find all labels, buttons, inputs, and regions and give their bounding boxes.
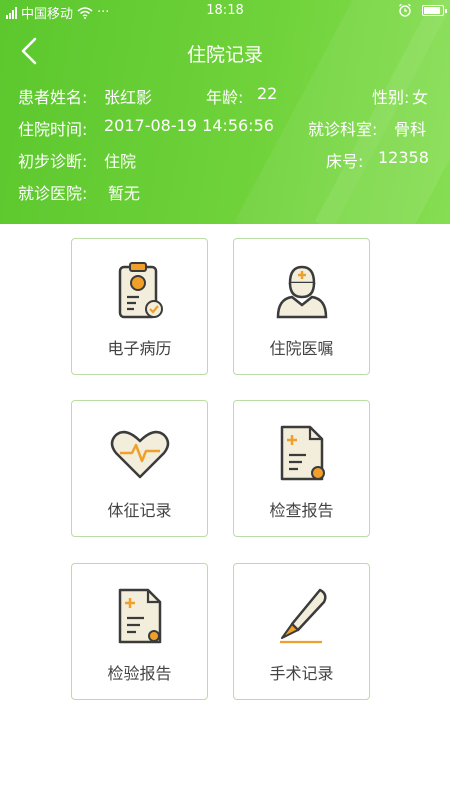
patient-gender: 女 — [412, 88, 429, 107]
battery-icon — [422, 4, 447, 16]
bed-number: 12358 — [378, 148, 429, 167]
info-row: 患者姓名: 张红影 年龄: 22 性别: 女 — [0, 84, 450, 116]
info-row: 初步诊断: 住院 床号: 12358 — [0, 148, 450, 180]
page-title: 住院记录 — [186, 44, 263, 66]
heart-pulse-icon — [110, 430, 170, 479]
patient-age: 22 — [257, 84, 278, 103]
patient-info: 患者姓名: 张红影 年龄: 22 性别: 女 住院时间: 2017-08-19 … — [0, 84, 450, 212]
info-row: 住院时间: 2017-08-19 14:56:56 就诊科室: 骨科 — [0, 116, 450, 148]
menu-label: 体征记录 — [107, 501, 172, 520]
diagnosis: 住院 — [104, 152, 137, 171]
menu-lab-report[interactable]: 检验报告 — [71, 563, 208, 700]
patient-name: 张红影 — [104, 88, 153, 107]
hospital: 暂无 — [108, 184, 141, 203]
menu-surgery-record[interactable]: 手术记录 — [233, 563, 370, 700]
diagnosis-label: 初步诊断: — [18, 152, 88, 171]
menu-label: 住院医嘱 — [269, 339, 334, 358]
menu-label: 手术记录 — [269, 664, 334, 683]
name-label: 患者姓名: — [18, 88, 88, 107]
examination-report-icon — [280, 425, 325, 481]
status-time: 18:18 — [206, 3, 244, 18]
admit-time: 2017-08-19 14:56:56 — [104, 116, 274, 135]
menu-exam-report[interactable]: 检查报告 — [233, 400, 370, 537]
lab-report-icon — [118, 588, 162, 644]
bed-label: 床号: — [326, 152, 364, 171]
menu-label: 检验报告 — [107, 664, 172, 683]
alarm-icon — [399, 3, 411, 17]
menu-label: 检查报告 — [269, 501, 334, 520]
status-bar: 中国移动 ··· 18:18 — [0, 0, 450, 24]
dept-label: 就诊科室: — [308, 120, 378, 139]
dept: 骨科 — [394, 120, 427, 139]
medical-record-icon — [118, 262, 163, 319]
menu-doctor-orders[interactable]: 住院医嘱 — [233, 238, 370, 375]
scalpel-icon — [280, 588, 327, 644]
header-banner: 中国移动 ··· 18:18 住院记录 患者姓名: 张红影 年龄: 22 性别:… — [0, 0, 450, 224]
age-label: 年龄: — [206, 88, 244, 107]
doctor-icon — [276, 265, 328, 319]
hospital-label: 就诊医院: — [18, 184, 88, 203]
title-bar: 住院记录 — [0, 24, 450, 80]
menu-label: 电子病历 — [107, 339, 172, 358]
menu-vital-signs[interactable]: 体征记录 — [71, 400, 208, 537]
status-right — [398, 3, 447, 17]
info-row: 就诊医院: 暂无 — [0, 180, 450, 212]
gender-label: 性别: — [372, 88, 410, 107]
admit-time-label: 住院时间: — [18, 120, 88, 139]
menu-electronic-record[interactable]: 电子病历 — [71, 238, 208, 375]
